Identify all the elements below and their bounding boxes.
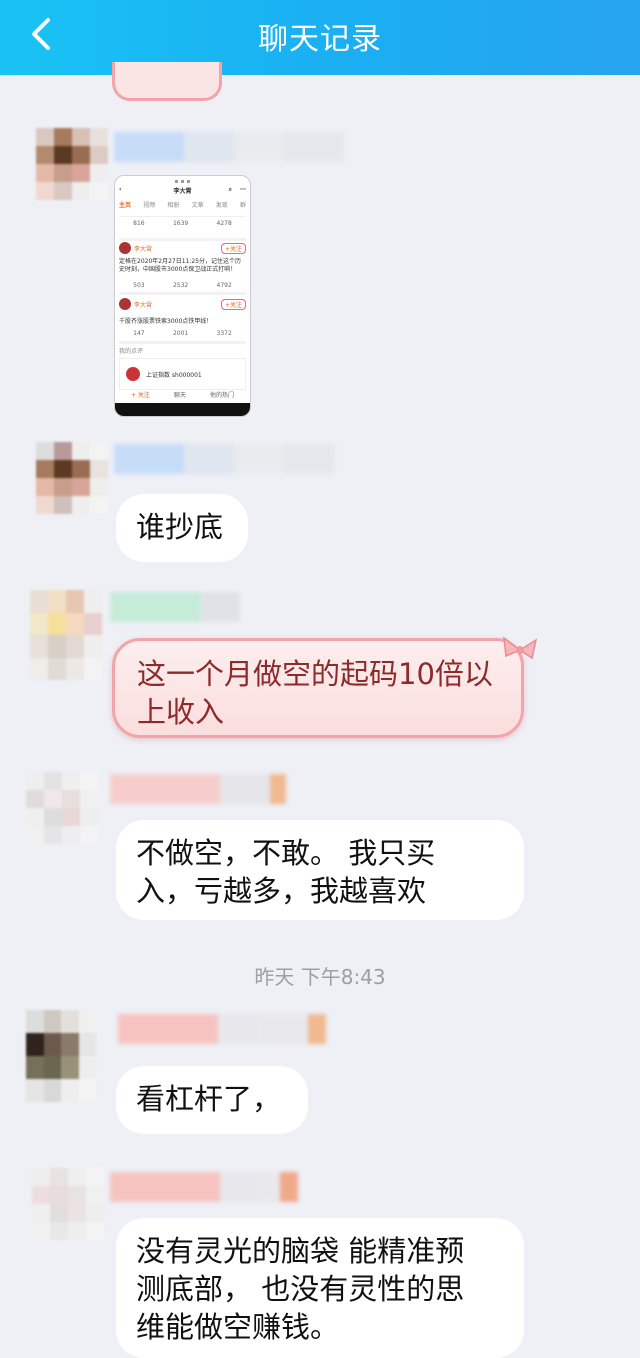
shot-bottom-item: 他的热门 xyxy=(209,392,234,399)
message-bubble[interactable]: 不做空，不敢。 我只买入，亏越多，我越喜欢 xyxy=(116,820,524,920)
sender-name xyxy=(114,444,334,474)
shot-stat: 2001 xyxy=(172,330,189,337)
shot-post-text: 定格在2020年2月27日11:25分，记住这个历史时刻，中国股市3000点保卫… xyxy=(119,258,242,273)
shot-bottom-item: + 关注 xyxy=(131,392,150,399)
message-text: 这一个月做空的起码10倍以上收入 xyxy=(137,657,493,729)
shot-tab: 主页 xyxy=(119,202,132,209)
page-title: 聊天记录 xyxy=(258,22,382,57)
shot-bottom-item: 聊天 xyxy=(173,392,186,399)
avatar[interactable] xyxy=(36,128,108,200)
message-text: 不做空，不敢。 我只买入，亏越多，我越喜欢 xyxy=(136,836,436,908)
follow-button: +关注 xyxy=(220,242,246,254)
message-bubble-pink[interactable]: 这一个月做空的起码10倍以上收入 xyxy=(112,638,524,738)
chevron-left-icon: ‹ xyxy=(119,186,122,193)
sender-name xyxy=(110,1172,298,1202)
shot-avatar xyxy=(119,242,131,254)
message-bubble[interactable]: 没有灵光的脑袋 能精准预测底部， 也没有灵性的思维能做空赚钱。 xyxy=(116,1218,524,1358)
shot-stat: 4792 xyxy=(216,282,232,289)
top-bar: 聊天记录 xyxy=(0,0,640,75)
avatar[interactable] xyxy=(26,1010,96,1102)
shot-user: 李大霄 xyxy=(134,245,153,253)
sender-name xyxy=(110,774,286,804)
shot-stat: 2532 xyxy=(172,282,189,289)
shot-tab: 群 xyxy=(239,202,246,209)
shot-stat: 4278 xyxy=(216,220,232,227)
shot-stat: 503 xyxy=(133,282,145,289)
shot-card-title: 上证指数 sh000001 xyxy=(146,371,202,379)
message-text: 看杠杆了， xyxy=(136,1082,282,1116)
shared-screenshot-image[interactable]: ▪ ▪ ▪ ‹ 李大霄 ⌕ ⋯ 主页 视频 相册 文章 发现 群 816 163… xyxy=(114,175,251,417)
shot-avatar xyxy=(119,298,131,310)
phone-nav-bar xyxy=(115,403,250,416)
search-icon: ⌕ xyxy=(228,186,232,193)
bow-decoration-icon xyxy=(503,636,538,660)
sender-name xyxy=(110,592,240,622)
sender-name xyxy=(114,132,344,162)
shot-user: 李大霄 xyxy=(134,301,153,309)
shot-card-label: 我的点评 xyxy=(119,348,144,355)
shot-stat: 147 xyxy=(133,330,145,337)
sender-name xyxy=(118,1014,326,1044)
message-bubble-partial xyxy=(112,62,222,101)
shot-stat: 816 xyxy=(133,220,145,227)
more-icon: ⋯ xyxy=(240,186,246,193)
shot-tab: 相册 xyxy=(167,202,180,209)
shot-stat: 1639 xyxy=(172,220,189,227)
follow-button: +关注 xyxy=(220,298,246,310)
shot-card-logo xyxy=(126,367,140,381)
message-text: 谁抄底 xyxy=(136,510,224,544)
timestamp: 昨天 下午8:43 xyxy=(254,965,386,989)
shot-stat: 3372 xyxy=(216,330,232,337)
avatar[interactable] xyxy=(30,590,102,680)
avatar[interactable] xyxy=(36,442,108,514)
shot-tab: 视频 xyxy=(143,202,156,209)
message-bubble[interactable]: 谁抄底 xyxy=(116,494,248,562)
avatar[interactable] xyxy=(32,1168,104,1240)
avatar[interactable] xyxy=(26,772,98,844)
shot-tab: 发现 xyxy=(215,202,228,209)
shot-tab: 文章 xyxy=(191,202,204,209)
message-bubble[interactable]: 看杠杆了， xyxy=(116,1066,308,1134)
shot-user: 李大霄 xyxy=(173,188,192,195)
shot-post-text: 千股齐涨股票铁索3000点铁甲线！ xyxy=(119,318,213,325)
